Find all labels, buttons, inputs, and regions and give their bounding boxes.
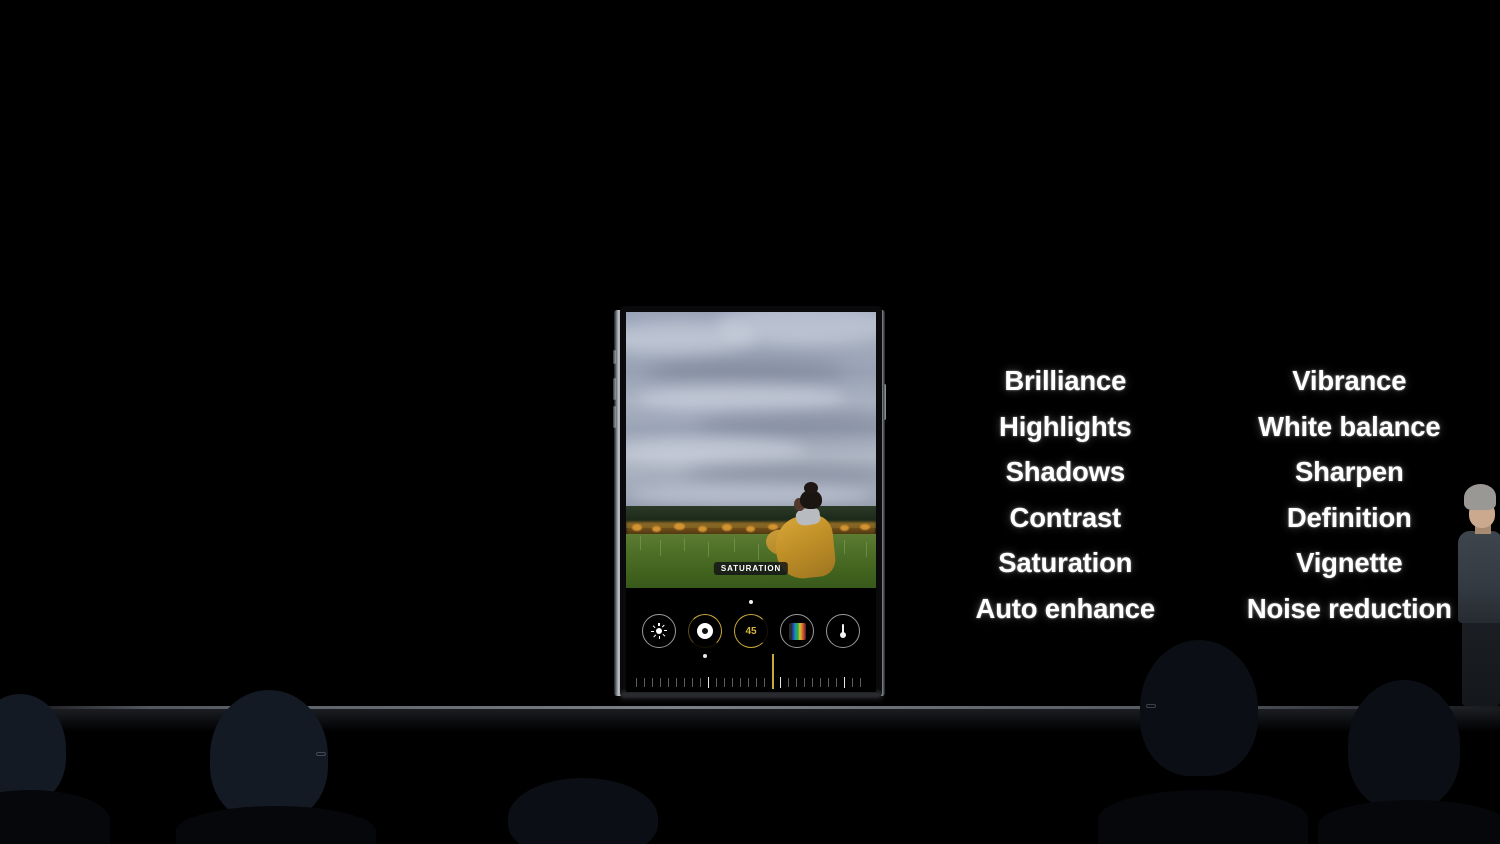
audience-glasses [316,752,326,756]
feature-item: Brilliance [1004,365,1127,396]
thermometer-icon [839,623,847,640]
feature-item: Vignette [1296,547,1403,578]
saturation-indicator-dot [749,600,753,604]
control-color[interactable] [780,614,814,648]
presenter-silhouette [1452,484,1500,706]
audience-shoulders [1318,800,1500,844]
audience-glasses [1146,704,1156,708]
slider-value-indicator [772,676,774,689]
presenter-torso [1458,531,1500,623]
phone-reflection [620,692,882,702]
sun-burst-icon [651,623,668,639]
exposure-indicator-dot [703,654,707,658]
slider-stem [772,654,774,676]
feature-item: Noise reduction [1246,592,1452,624]
keynote-stage-scene: SATURATION 45 Brilliance Highlights Shad… [0,0,1500,844]
feature-item: Saturation [998,547,1133,578]
feature-list: Brilliance Highlights Shadows Contrast S… [958,367,1478,622]
feature-item: Auto enhance [975,592,1156,624]
control-exposure[interactable] [688,614,722,648]
adjustment-label-badge: SATURATION [713,562,789,575]
phone-power-button [883,384,886,420]
audience-shoulders [1098,790,1308,844]
phone-mockup: SATURATION 45 [598,306,898,704]
feature-item: Highlights [999,410,1132,442]
phone-mute-switch [613,350,616,364]
edited-photo: SATURATION [626,312,876,588]
projection-screen: SATURATION 45 Brilliance Highlights Shad… [0,0,1500,706]
presenter-legs [1462,620,1500,706]
feature-item: Contrast [1009,501,1122,533]
control-white-balance[interactable] [826,614,860,648]
presenter-hair [1464,484,1496,510]
feature-item: Vibrance [1292,365,1407,396]
feature-item: Definition [1286,501,1412,533]
phone-volume-down [613,406,616,428]
edit-controls-strip: 45 [626,588,876,692]
subject-hair-bun [804,482,818,494]
feature-column-left: Brilliance Highlights Shadows Contrast S… [958,367,1173,622]
feature-item: Shadows [1005,456,1126,487]
audience-head [1140,640,1258,776]
phone-volume-up [613,378,616,400]
control-auto-enhance[interactable] [642,614,676,648]
audience-head [210,690,328,822]
feature-item: White balance [1258,410,1441,442]
feature-item: Sharpen [1294,456,1404,487]
color-spectrum-icon [788,622,806,640]
audience-head [1348,680,1460,810]
feature-column-right: Vibrance White balance Sharpen Definitio… [1221,367,1478,622]
value-slider-ruler[interactable] [636,676,866,689]
grass-field [626,534,876,588]
control-saturation[interactable]: 45 [734,614,768,648]
exposure-dial-icon [697,623,713,639]
phone-display: SATURATION 45 [626,312,876,692]
saturation-value: 45 [745,625,757,637]
